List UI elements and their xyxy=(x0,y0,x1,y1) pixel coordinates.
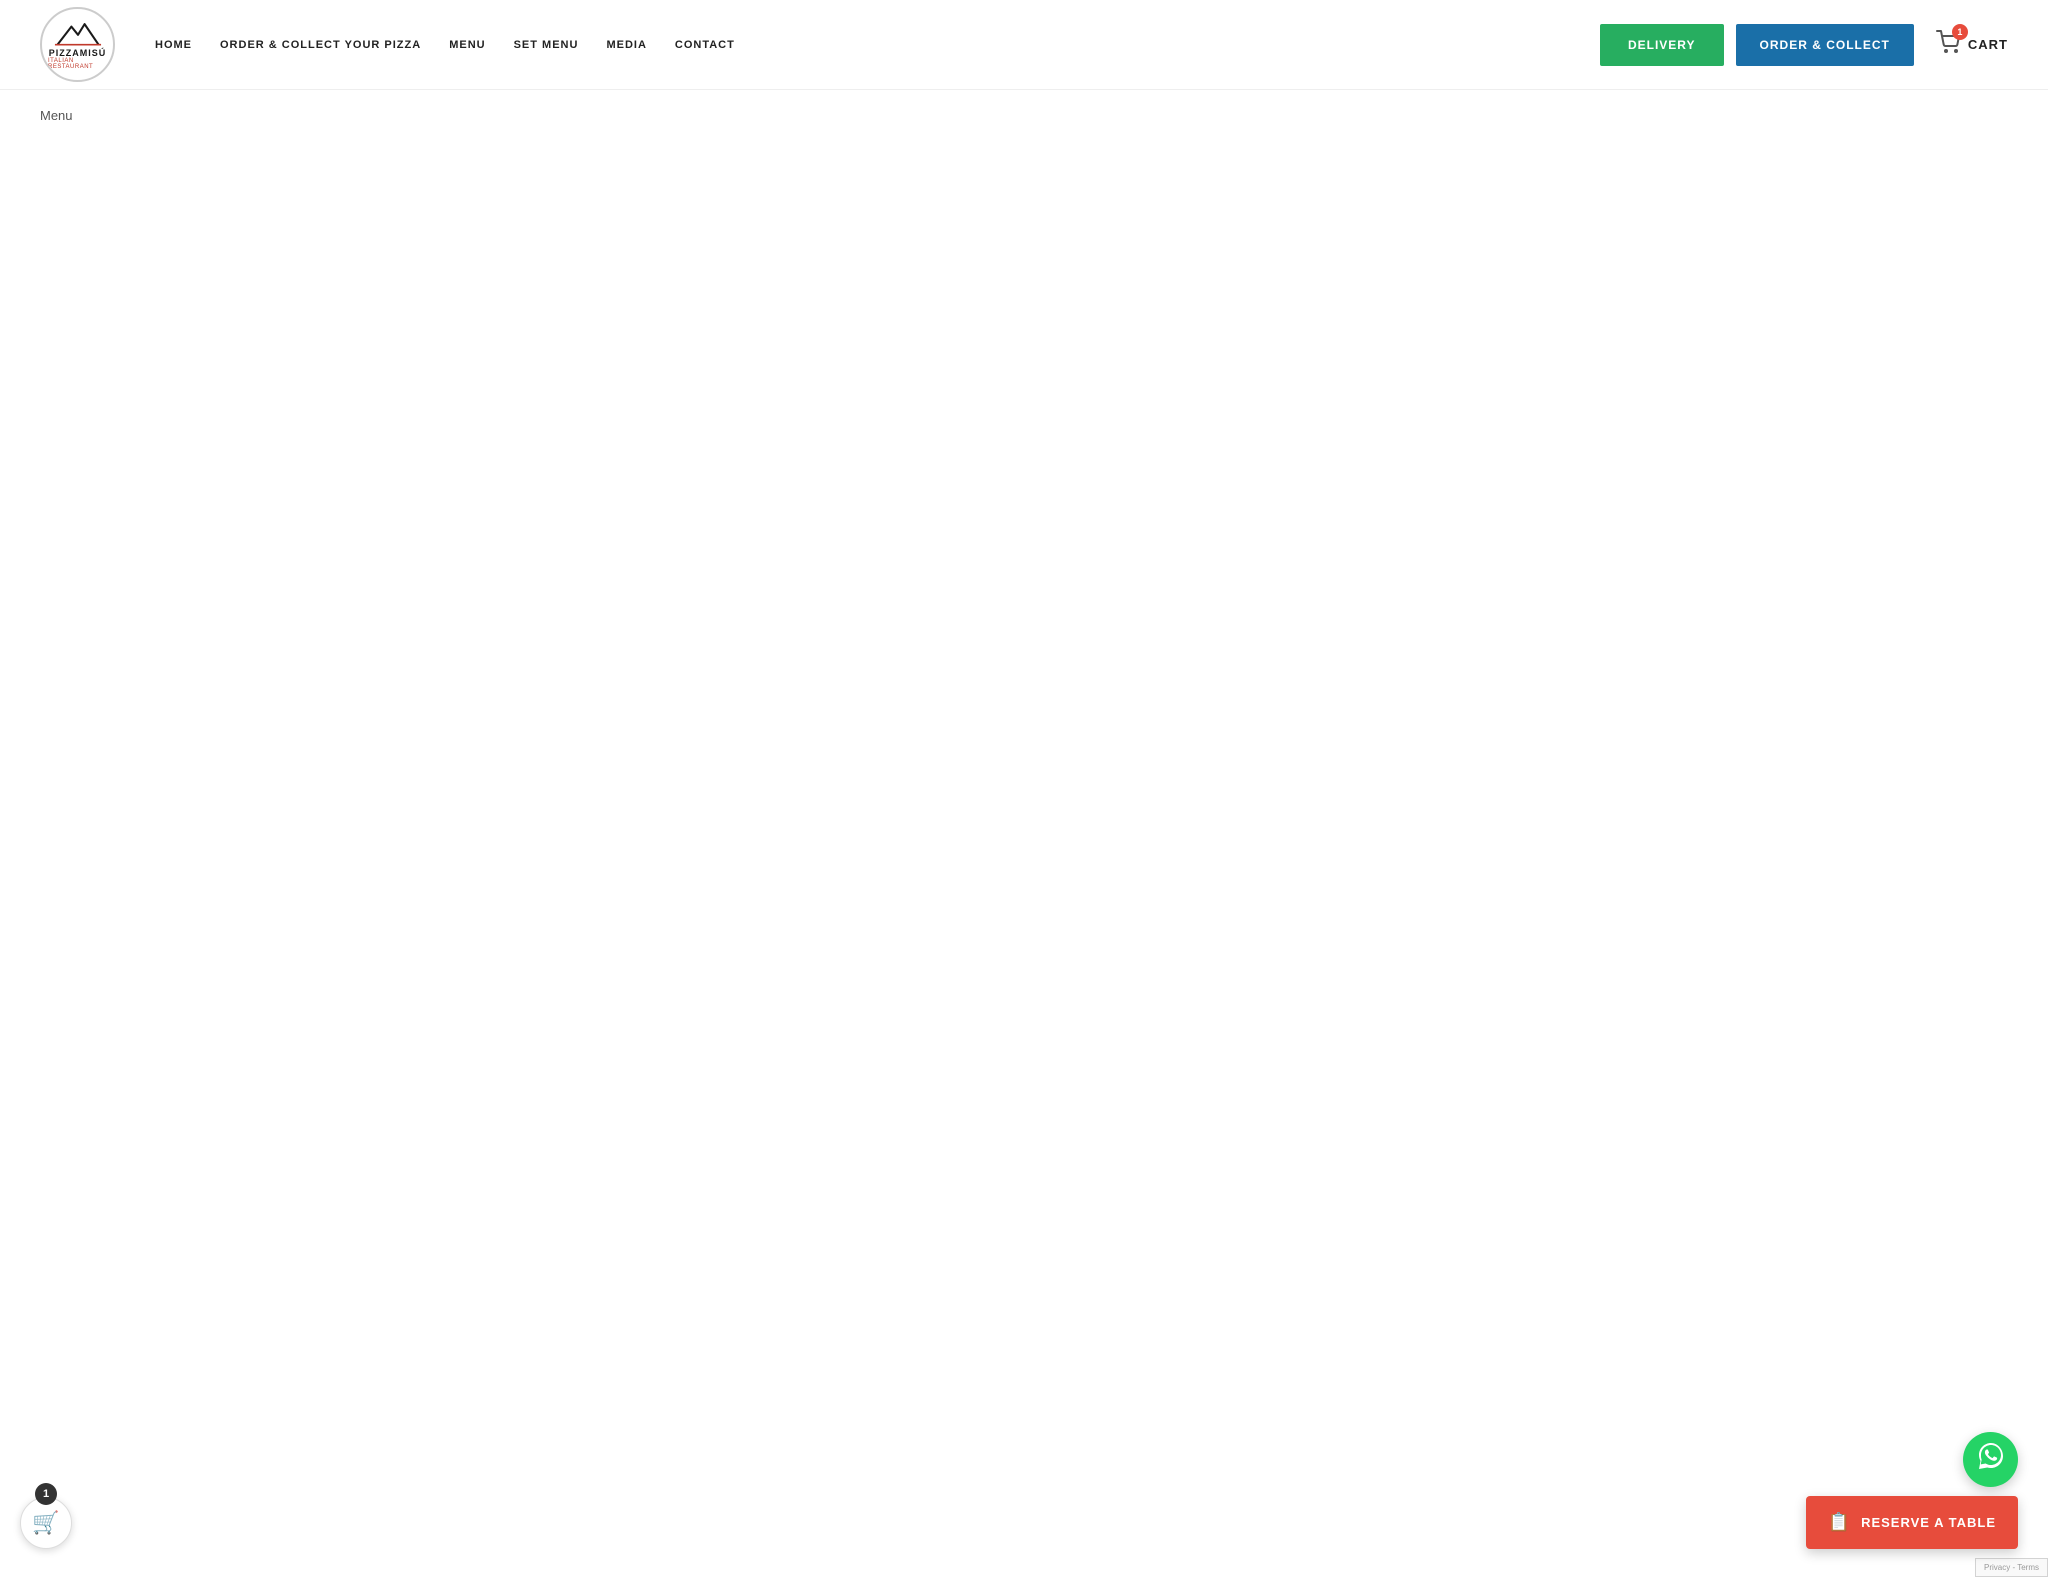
recaptcha-separator: - xyxy=(2012,1563,2015,1572)
main-nav: HOME ORDER & COLLECT YOUR PIZZA MENU SET… xyxy=(155,39,1600,51)
floating-cart-icon: 🛒 xyxy=(32,1510,59,1536)
reserve-table-button[interactable]: 📋 RESERVE A TABLE xyxy=(1806,1496,2018,1549)
breadcrumb: Menu xyxy=(0,90,2048,141)
whatsapp-icon xyxy=(1976,1441,2006,1479)
reserve-table-label: RESERVE A TABLE xyxy=(1861,1515,1996,1530)
logo-brand-text: PIZZAMISÚ xyxy=(49,48,107,58)
logo[interactable]: PIZZAMISÚ Italian Restaurant xyxy=(40,7,115,82)
nav-item-menu[interactable]: MENU xyxy=(449,39,485,51)
nav-item-set-menu[interactable]: SET MENU xyxy=(514,39,579,51)
reserve-table-icon: 📋 xyxy=(1828,1512,1851,1533)
recaptcha-badge: Privacy - Terms xyxy=(1975,1558,2048,1577)
header: PIZZAMISÚ Italian Restaurant HOME ORDER … xyxy=(0,0,2048,90)
recaptcha-terms: Terms xyxy=(2017,1563,2039,1572)
main-content xyxy=(0,141,2048,941)
nav-item-order-collect[interactable]: ORDER & COLLECT YOUR PIZZA xyxy=(220,39,421,51)
cart-badge: 1 xyxy=(1952,24,1968,40)
cart-link[interactable]: 1 CART xyxy=(1936,30,2008,59)
nav-item-contact[interactable]: CONTACT xyxy=(675,39,735,51)
cart-icon-wrap: 1 xyxy=(1936,30,1962,59)
logo-mountain-icon xyxy=(53,20,103,48)
breadcrumb-text: Menu xyxy=(40,108,73,123)
cart-label: CART xyxy=(1968,37,2008,52)
floating-cart[interactable]: 1 🛒 xyxy=(20,1483,72,1549)
nav-item-home[interactable]: HOME xyxy=(155,39,192,51)
order-collect-button[interactable]: ORDER & COLLECT xyxy=(1736,24,1914,66)
whatsapp-button[interactable] xyxy=(1963,1432,2018,1487)
logo-sub-text: Italian Restaurant xyxy=(48,58,107,70)
delivery-button[interactable]: DELIVERY xyxy=(1600,24,1724,66)
nav-item-media[interactable]: MEDIA xyxy=(606,39,646,51)
recaptcha-privacy: Privacy xyxy=(1984,1563,2010,1572)
floating-cart-count: 1 xyxy=(35,1483,57,1505)
header-actions: DELIVERY ORDER & COLLECT 1 CART xyxy=(1600,24,2008,66)
